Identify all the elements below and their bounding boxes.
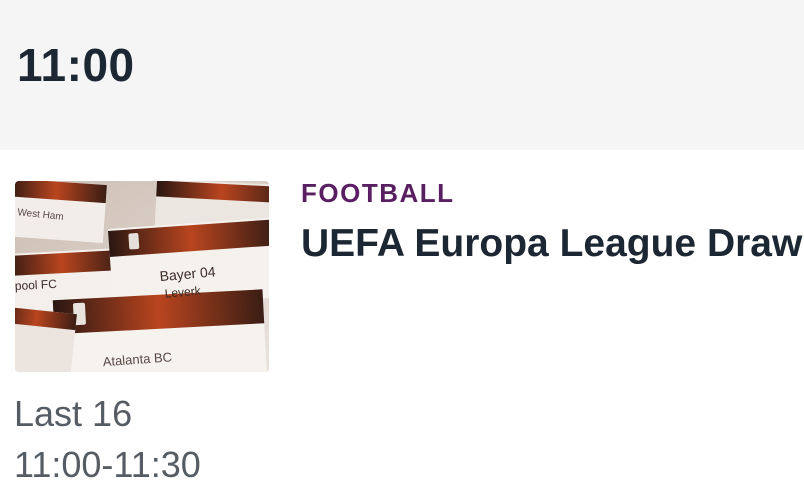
program-thumbnail[interactable]: West Ham Bayer 04 pool FC Leverk Atalant… (15, 181, 269, 372)
program-time-range: 11:00-11:30 (14, 444, 201, 485)
svg-text:pool FC: pool FC (15, 277, 57, 293)
time-slot-header: 11:00 (0, 0, 804, 150)
program-card[interactable]: West Ham Bayer 04 pool FC Leverk Atalant… (0, 150, 804, 503)
program-subtitle: Last 16 (14, 393, 133, 434)
program-title[interactable]: UEFA Europa League Draw (301, 222, 802, 266)
time-slot-label: 11:00 (17, 39, 135, 91)
program-category: FOOTBALL (301, 178, 455, 208)
thumbnail-image: West Ham Bayer 04 pool FC Leverk Atalant… (15, 181, 269, 372)
